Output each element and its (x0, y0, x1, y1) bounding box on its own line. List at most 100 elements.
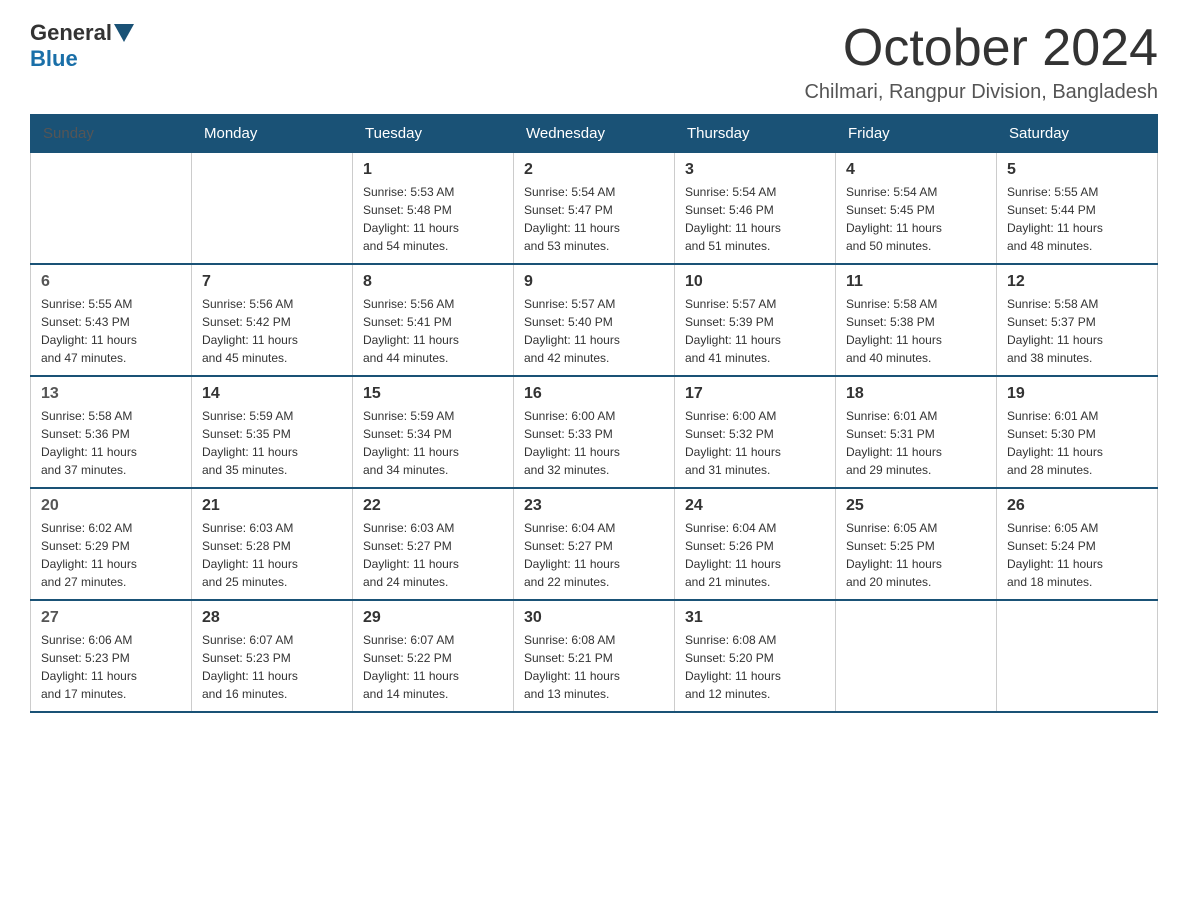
day-info: Sunrise: 5:54 AM Sunset: 5:46 PM Dayligh… (685, 183, 825, 255)
day-number: 11 (846, 273, 986, 291)
logo: General Blue (30, 20, 136, 72)
calendar-cell (192, 153, 353, 265)
calendar-cell: 9 Sunrise: 5:57 AM Sunset: 5:40 PM Daylig… (514, 264, 675, 376)
day-info: Sunrise: 6:03 AM Sunset: 5:27 PM Dayligh… (363, 519, 503, 591)
day-info: Sunrise: 5:54 AM Sunset: 5:47 PM Dayligh… (524, 183, 664, 255)
calendar-week-row: 6 Sunrise: 5:55 AM Sunset: 5:43 PM Daylig… (31, 264, 1158, 376)
calendar-cell: 2 Sunrise: 5:54 AM Sunset: 5:47 PM Daylig… (514, 153, 675, 265)
day-info: Sunrise: 6:00 AM Sunset: 5:33 PM Dayligh… (524, 407, 664, 479)
day-number: 28 (202, 609, 342, 627)
day-number: 20 (41, 497, 181, 515)
calendar-cell: 14 Sunrise: 5:59 AM Sunset: 5:35 PM Dayli… (192, 376, 353, 488)
day-number: 22 (363, 497, 503, 515)
day-info: Sunrise: 6:07 AM Sunset: 5:22 PM Dayligh… (363, 631, 503, 703)
day-number: 21 (202, 497, 342, 515)
calendar-week-row: 13Sunrise: 5:58 AM Sunset: 5:36 PM Dayli… (31, 376, 1158, 488)
day-info: Sunrise: 5:58 AM Sunset: 5:38 PM Dayligh… (846, 295, 986, 367)
calendar-header-row: SundayMondayTuesdayWednesdayThursdayFrid… (31, 115, 1158, 153)
day-number: 24 (685, 497, 825, 515)
day-info: Sunrise: 6:03 AM Sunset: 5:28 PM Dayligh… (202, 519, 342, 591)
calendar-header-wednesday: Wednesday (514, 115, 675, 153)
calendar-header-monday: Monday (192, 115, 353, 153)
calendar-cell: 18Sunrise: 6:01 AM Sunset: 5:31 PM Dayli… (836, 376, 997, 488)
calendar-cell: 23Sunrise: 6:04 AM Sunset: 5:27 PM Dayli… (514, 488, 675, 600)
logo-triangle-icon (114, 24, 134, 42)
calendar-cell: 28 Sunrise: 6:07 AM Sunset: 5:23 PM Dayli… (192, 600, 353, 712)
calendar-header-tuesday: Tuesday (353, 115, 514, 153)
location-title: Chilmari, Rangpur Division, Bangladesh (804, 81, 1158, 104)
calendar-cell: 31Sunrise: 6:08 AM Sunset: 5:20 PM Dayli… (675, 600, 836, 712)
day-info: Sunrise: 5:59 AM Sunset: 5:35 PM Dayligh… (202, 407, 342, 479)
calendar-cell: 25Sunrise: 6:05 AM Sunset: 5:25 PM Dayli… (836, 488, 997, 600)
calendar-cell: 17 Sunrise: 6:00 AM Sunset: 5:32 PM Dayli… (675, 376, 836, 488)
calendar-cell: 6 Sunrise: 5:55 AM Sunset: 5:43 PM Daylig… (31, 264, 192, 376)
day-number: 14 (202, 385, 342, 403)
calendar-header-friday: Friday (836, 115, 997, 153)
calendar-cell: 29Sunrise: 6:07 AM Sunset: 5:22 PM Dayli… (353, 600, 514, 712)
calendar-cell (31, 153, 192, 265)
calendar-table: SundayMondayTuesdayWednesdayThursdayFrid… (30, 114, 1158, 713)
day-number: 10 (685, 273, 825, 291)
day-info: Sunrise: 5:57 AM Sunset: 5:39 PM Dayligh… (685, 295, 825, 367)
calendar-cell: 10 Sunrise: 5:57 AM Sunset: 5:39 PM Dayli… (675, 264, 836, 376)
calendar-cell: 22 Sunrise: 6:03 AM Sunset: 5:27 PM Dayli… (353, 488, 514, 600)
day-info: Sunrise: 5:59 AM Sunset: 5:34 PM Dayligh… (363, 407, 503, 479)
day-number: 2 (524, 161, 664, 179)
month-title: October 2024 (804, 20, 1158, 77)
calendar-cell: 26Sunrise: 6:05 AM Sunset: 5:24 PM Dayli… (997, 488, 1158, 600)
day-info: Sunrise: 5:54 AM Sunset: 5:45 PM Dayligh… (846, 183, 986, 255)
calendar-cell: 16Sunrise: 6:00 AM Sunset: 5:33 PM Dayli… (514, 376, 675, 488)
day-info: Sunrise: 6:08 AM Sunset: 5:20 PM Dayligh… (685, 631, 825, 703)
day-info: Sunrise: 5:56 AM Sunset: 5:42 PM Dayligh… (202, 295, 342, 367)
day-number: 26 (1007, 497, 1147, 515)
calendar-cell: 3 Sunrise: 5:54 AM Sunset: 5:46 PM Daylig… (675, 153, 836, 265)
day-number: 19 (1007, 385, 1147, 403)
calendar-week-row: 1 Sunrise: 5:53 AM Sunset: 5:48 PM Daylig… (31, 153, 1158, 265)
day-info: Sunrise: 6:02 AM Sunset: 5:29 PM Dayligh… (41, 519, 181, 591)
day-info: Sunrise: 5:58 AM Sunset: 5:36 PM Dayligh… (41, 407, 181, 479)
calendar-cell: 19 Sunrise: 6:01 AM Sunset: 5:30 PM Dayli… (997, 376, 1158, 488)
day-number: 15 (363, 385, 503, 403)
day-number: 1 (363, 161, 503, 179)
day-info: Sunrise: 5:57 AM Sunset: 5:40 PM Dayligh… (524, 295, 664, 367)
day-number: 6 (41, 273, 181, 291)
day-number: 23 (524, 497, 664, 515)
day-number: 9 (524, 273, 664, 291)
calendar-cell: 4 Sunrise: 5:54 AM Sunset: 5:45 PM Daylig… (836, 153, 997, 265)
calendar-cell: 11 Sunrise: 5:58 AM Sunset: 5:38 PM Dayli… (836, 264, 997, 376)
day-number: 3 (685, 161, 825, 179)
day-info: Sunrise: 6:08 AM Sunset: 5:21 PM Dayligh… (524, 631, 664, 703)
calendar-header-thursday: Thursday (675, 115, 836, 153)
title-area: October 2024 Chilmari, Rangpur Division,… (804, 20, 1158, 104)
calendar-cell: 20 Sunrise: 6:02 AM Sunset: 5:29 PM Dayli… (31, 488, 192, 600)
day-number: 4 (846, 161, 986, 179)
day-info: Sunrise: 5:55 AM Sunset: 5:44 PM Dayligh… (1007, 183, 1147, 255)
day-info: Sunrise: 5:55 AM Sunset: 5:43 PM Dayligh… (41, 295, 181, 367)
calendar-cell: 8 Sunrise: 5:56 AM Sunset: 5:41 PM Daylig… (353, 264, 514, 376)
day-number: 17 (685, 385, 825, 403)
day-number: 25 (846, 497, 986, 515)
day-info: Sunrise: 6:04 AM Sunset: 5:26 PM Dayligh… (685, 519, 825, 591)
calendar-week-row: 20 Sunrise: 6:02 AM Sunset: 5:29 PM Dayli… (31, 488, 1158, 600)
logo-blue-text: Blue (30, 46, 78, 72)
day-number: 27 (41, 609, 181, 627)
calendar-cell: 12Sunrise: 5:58 AM Sunset: 5:37 PM Dayli… (997, 264, 1158, 376)
calendar-cell: 24 Sunrise: 6:04 AM Sunset: 5:26 PM Dayli… (675, 488, 836, 600)
day-info: Sunrise: 6:07 AM Sunset: 5:23 PM Dayligh… (202, 631, 342, 703)
day-number: 8 (363, 273, 503, 291)
day-number: 5 (1007, 161, 1147, 179)
day-info: Sunrise: 6:06 AM Sunset: 5:23 PM Dayligh… (41, 631, 181, 703)
day-info: Sunrise: 5:56 AM Sunset: 5:41 PM Dayligh… (363, 295, 503, 367)
calendar-header-sunday: Sunday (31, 115, 192, 153)
calendar-cell: 7Sunrise: 5:56 AM Sunset: 5:42 PM Daylig… (192, 264, 353, 376)
calendar-week-row: 27 Sunrise: 6:06 AM Sunset: 5:23 PM Dayli… (31, 600, 1158, 712)
calendar-cell: 27 Sunrise: 6:06 AM Sunset: 5:23 PM Dayli… (31, 600, 192, 712)
day-info: Sunrise: 6:00 AM Sunset: 5:32 PM Dayligh… (685, 407, 825, 479)
calendar-body: 1 Sunrise: 5:53 AM Sunset: 5:48 PM Daylig… (31, 153, 1158, 713)
calendar-cell: 13Sunrise: 5:58 AM Sunset: 5:36 PM Dayli… (31, 376, 192, 488)
calendar-cell (997, 600, 1158, 712)
day-info: Sunrise: 5:53 AM Sunset: 5:48 PM Dayligh… (363, 183, 503, 255)
calendar-cell: 1 Sunrise: 5:53 AM Sunset: 5:48 PM Daylig… (353, 153, 514, 265)
calendar-cell (836, 600, 997, 712)
day-info: Sunrise: 6:01 AM Sunset: 5:30 PM Dayligh… (1007, 407, 1147, 479)
